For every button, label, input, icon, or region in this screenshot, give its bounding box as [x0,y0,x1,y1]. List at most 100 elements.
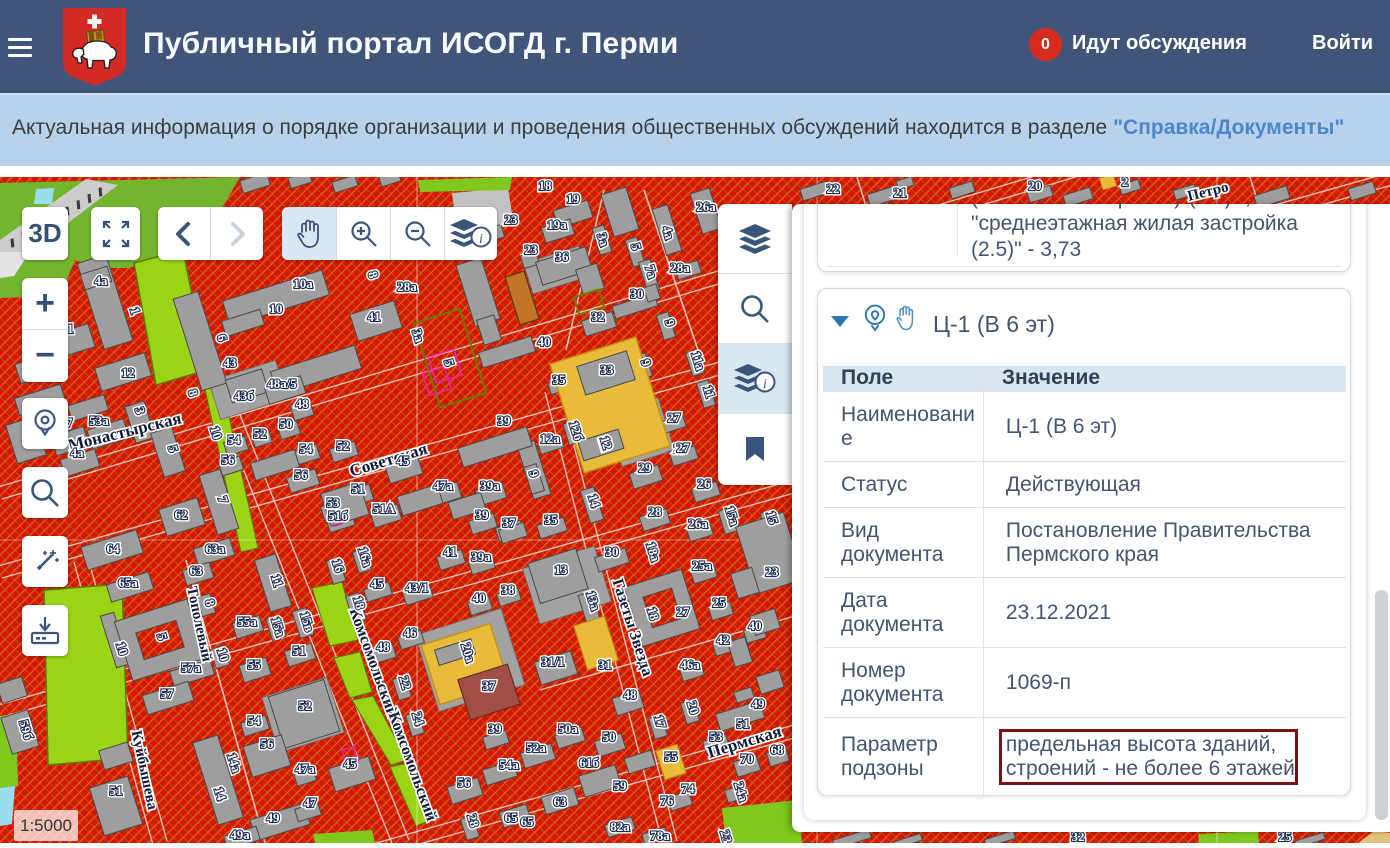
svg-text:51: 51 [110,783,123,798]
svg-text:22: 22 [827,181,840,196]
svg-text:28а: 28а [670,260,690,275]
svg-text:68: 68 [771,742,785,757]
svg-text:43: 43 [224,355,238,370]
svg-text:36: 36 [556,249,570,264]
svg-text:12: 12 [122,365,135,380]
svg-text:31: 31 [599,657,612,672]
svg-text:27: 27 [677,604,691,619]
svg-text:28а: 28а [397,279,417,294]
svg-text:54: 54 [228,432,242,447]
svg-text:76: 76 [661,793,675,808]
svg-text:43б: 43б [234,388,254,403]
svg-text:57а: 57а [181,660,201,675]
svg-text:39а: 39а [480,478,500,493]
svg-text:63а: 63а [205,541,225,556]
svg-text:30: 30 [606,544,619,559]
svg-text:39: 39 [489,721,503,736]
svg-text:46а: 46а [680,657,700,672]
svg-text:63: 63 [190,563,204,578]
svg-text:18: 18 [539,178,553,193]
svg-text:48: 48 [377,639,391,654]
svg-text:41: 41 [368,309,381,324]
svg-text:51б: 51б [328,508,348,523]
svg-text:53: 53 [710,729,724,744]
svg-text:62: 62 [175,507,188,522]
svg-text:56: 56 [295,467,309,482]
svg-text:39а: 39а [471,549,491,564]
svg-text:52: 52 [254,426,267,441]
svg-text:41: 41 [444,544,457,559]
svg-text:57: 57 [161,686,175,701]
svg-text:49: 49 [267,810,281,825]
svg-text:2: 2 [1122,177,1129,189]
svg-text:63: 63 [554,794,568,809]
svg-text:48: 48 [624,687,638,702]
svg-text:52: 52 [337,438,350,453]
svg-text:23: 23 [505,212,519,227]
svg-text:46: 46 [404,625,418,640]
svg-text:28: 28 [649,504,663,519]
svg-text:54: 54 [248,713,262,728]
svg-text:23: 23 [525,242,539,257]
svg-text:12а: 12а [540,431,560,446]
svg-text:42: 42 [717,632,730,647]
svg-text:53а: 53а [89,413,109,428]
svg-text:52: 52 [299,698,312,713]
svg-text:56: 56 [458,775,472,790]
svg-text:45: 45 [344,756,358,771]
svg-text:4а: 4а [95,273,109,288]
svg-text:82а: 82а [610,819,630,834]
svg-text:51А: 51А [373,501,396,516]
svg-text:56: 56 [222,452,236,467]
svg-text:74: 74 [682,781,696,796]
svg-text:48а/5: 48а/5 [267,376,297,391]
svg-text:56: 56 [261,736,275,751]
svg-text:13: 13 [555,562,569,577]
svg-text:26а: 26а [688,516,708,531]
svg-text:65а: 65а [118,575,138,590]
svg-text:31/1: 31/1 [541,654,564,669]
svg-text:49: 49 [752,696,766,711]
svg-text:55: 55 [248,657,262,672]
svg-text:49а: 49а [230,827,250,842]
svg-text:54а: 54а [499,757,519,772]
svg-text:65: 65 [521,814,535,829]
svg-text:51: 51 [352,481,365,496]
svg-text:47а: 47а [295,761,315,776]
svg-text:40: 40 [538,334,551,349]
svg-text:45: 45 [371,576,385,591]
svg-text:21: 21 [894,185,907,200]
svg-text:26а: 26а [696,199,716,214]
svg-text:23: 23 [766,564,780,579]
svg-text:32: 32 [592,309,605,324]
svg-text:26: 26 [698,476,712,491]
svg-text:10: 10 [270,301,283,316]
svg-text:50а: 50а [558,721,578,736]
svg-text:45: 45 [397,453,411,468]
svg-text:38: 38 [502,582,516,597]
svg-text:55а: 55а [237,614,257,629]
svg-text:27: 27 [677,440,691,455]
svg-text:48: 48 [296,396,310,411]
svg-text:35: 35 [553,372,567,387]
svg-text:55: 55 [665,749,679,764]
svg-text:70: 70 [741,751,754,766]
svg-text:25а: 25а [692,558,712,573]
svg-text:61б: 61б [579,755,599,770]
svg-text:51: 51 [737,716,750,731]
svg-text:19: 19 [567,191,581,206]
svg-text:50: 50 [603,729,616,744]
svg-text:27: 27 [668,410,682,425]
svg-text:30: 30 [631,286,644,301]
svg-text:47а: 47а [433,478,453,493]
svg-text:59: 59 [614,778,628,793]
svg-text:10а: 10а [293,276,313,291]
svg-text:19а: 19а [547,217,567,232]
svg-text:52а: 52а [526,740,546,755]
svg-text:65: 65 [505,810,519,825]
svg-text:4а: 4а [71,445,85,460]
svg-text:54: 54 [300,441,314,456]
svg-text:40: 40 [473,590,486,605]
svg-text:47: 47 [304,795,318,810]
svg-text:25: 25 [713,595,727,610]
